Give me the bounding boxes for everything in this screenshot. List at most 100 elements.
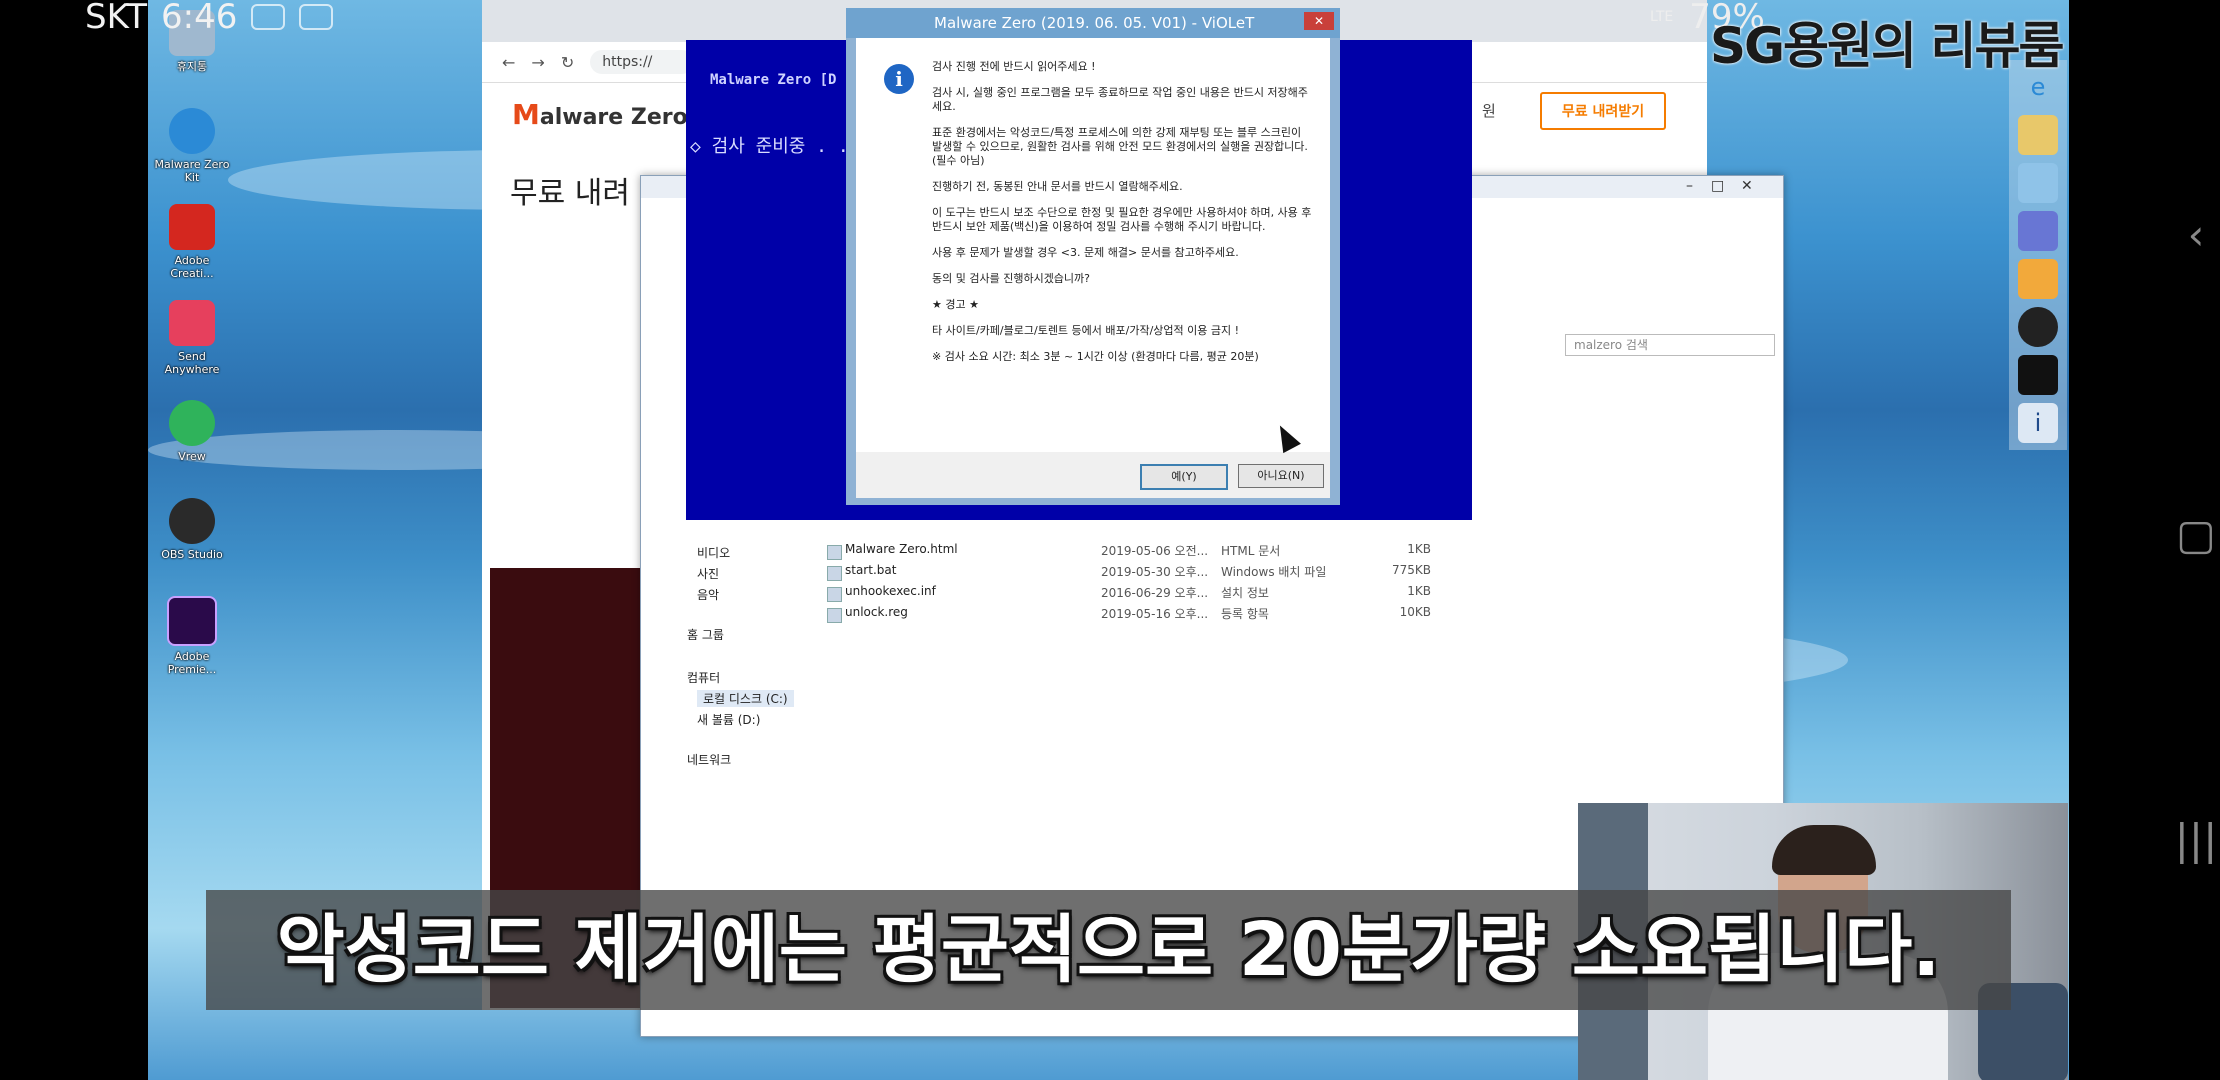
file-date: 2016-06-29 오후... — [1101, 586, 1209, 600]
archive-icon[interactable] — [2018, 259, 2058, 299]
desktop-icon-send-anywhere[interactable]: Send Anywhere — [152, 300, 232, 376]
back-icon[interactable]: ← — [502, 53, 515, 72]
recent-apps-icon[interactable]: ||| — [2172, 815, 2220, 864]
dialog-line: 이 도구는 반드시 보조 수단으로 한정 및 필요한 경우에만 사용하셔야 하며… — [932, 206, 1312, 233]
close-icon[interactable]: ✕ — [1304, 12, 1334, 30]
file-type: 등록 항목 — [1221, 607, 1269, 621]
subtitle-text: 악성코드 제거에는 평균적으로 20분가량 소요됩니다. — [276, 907, 1941, 993]
nav-item-homegroup[interactable]: 홈 그룹 — [687, 626, 724, 643]
file-size: 1KB — [1407, 584, 1431, 598]
free-download-button[interactable]: 무료 내려받기 — [1540, 92, 1666, 130]
dialog-message: 검사 진행 전에 반드시 읽어주세요 ! 검사 시, 실행 중인 프로그램을 모… — [932, 60, 1312, 376]
clock: 6:46 — [161, 0, 238, 37]
close-icon[interactable]: ✕ — [1741, 178, 1753, 194]
dialog-line: 타 사이트/카페/블로그/토렌트 등에서 배포/가작/상업적 이용 금지 ! — [932, 324, 1240, 337]
file-row[interactable]: unlock.reg 2019-05-16 오후... 등록 항목 10KB — [825, 605, 1445, 625]
phone-screen: 휴지통 Malware Zero Kit Adobe Creati... Sen… — [0, 0, 2220, 1080]
file-type: 설치 정보 — [1221, 586, 1269, 600]
file-date: 2019-05-06 오전... — [1101, 544, 1209, 558]
nav-item-network[interactable]: 네트워크 — [687, 751, 731, 768]
forward-icon[interactable]: → — [531, 53, 544, 72]
desktop-icon-vrew[interactable]: Vrew — [152, 400, 232, 463]
android-status-bar: SKT 6:46 — [85, 0, 334, 37]
desktop-icon-label: Adobe Creati... — [170, 254, 214, 280]
explorer-search-input[interactable]: malzero 검색 — [1565, 334, 1775, 356]
site-nav-item[interactable]: 원 — [1482, 100, 1496, 121]
file-size: 1KB — [1407, 542, 1431, 556]
obs-icon — [169, 498, 215, 544]
maximize-icon[interactable]: □ — [1711, 178, 1724, 194]
dialog-line: 사용 후 문제가 발생할 경우 <3. 문제 해결> 문서를 참고하주세요. — [932, 246, 1239, 259]
nav-item-music[interactable]: 음악 — [697, 586, 719, 603]
logo-text: alware Zero — [539, 105, 688, 130]
discord-icon[interactable] — [2018, 211, 2058, 251]
no-button[interactable]: 아니요(N) — [1238, 464, 1324, 488]
network-label: LTE — [1650, 9, 1674, 25]
subtitle-bar: 악성코드 제거에는 평균적으로 20분가량 소요됩니다. — [206, 890, 2011, 1010]
yes-button[interactable]: 예(Y) — [1140, 464, 1228, 490]
desktop-icon-obs[interactable]: OBS Studio — [152, 498, 232, 561]
page-heading: 무료 내려 — [510, 176, 630, 211]
ie-icon — [169, 108, 215, 154]
file-date: 2019-05-30 오후... — [1101, 565, 1209, 579]
desktop-icon-label: Send Anywhere — [164, 350, 220, 376]
dialog-body: i 검사 진행 전에 반드시 읽어주세요 ! 검사 시, 실행 중인 프로그램을… — [856, 38, 1330, 452]
vrew-icon — [169, 400, 215, 446]
violet-window-title: Malware Zero (2019. 06. 05. V01) - ViOLe… — [934, 14, 1255, 32]
logo-initial: M — [512, 98, 540, 131]
file-size: 10KB — [1399, 605, 1431, 619]
desktop-icon-malware-zero[interactable]: Malware Zero Kit — [152, 108, 232, 184]
nav-item-video[interactable]: 비디오 — [697, 544, 730, 561]
nav-item-volume-d[interactable]: 새 볼륨 (D:) — [697, 711, 760, 728]
desktop-icon-label: Adobe Premie... — [167, 650, 217, 676]
webcam-person-hair — [1772, 825, 1876, 875]
file-name: unhookexec.inf — [825, 584, 1101, 604]
nav-item-photos[interactable]: 사진 — [697, 565, 719, 582]
folder-icon[interactable] — [2018, 115, 2058, 155]
dialog-line: ※ 검사 소요 시간: 최소 3분 ~ 1시간 이상 (환경마다 다름, 평균 … — [932, 350, 1259, 363]
info-icon[interactable]: i — [2018, 403, 2058, 443]
home-icon[interactable]: ▢ — [2172, 510, 2220, 559]
reload-icon[interactable]: ↻ — [561, 53, 574, 72]
site-logo[interactable]: Malware Zero — [512, 98, 688, 131]
file-type: Windows 배치 파일 — [1221, 565, 1327, 579]
file-size: 775KB — [1391, 563, 1431, 577]
file-name: Malware Zero.html — [825, 542, 1101, 562]
desktop-icon-label: OBS Studio — [161, 548, 223, 561]
warning-dialog: i 검사 진행 전에 반드시 읽어주세요 ! 검사 시, 실행 중인 프로그램을… — [846, 38, 1340, 505]
dialog-line: 검사 시, 실행 중인 프로그램을 모두 종료하므로 작업 중인 내용은 반드시… — [932, 86, 1308, 113]
file-row[interactable]: start.bat 2019-05-30 오후... Windows 배치 파일… — [825, 563, 1445, 583]
dialog-line: 동의 및 검사를 진행하시겠습니까? — [932, 272, 1091, 285]
console-title: Malware Zero [D — [710, 72, 837, 88]
nav-item-local-disk-c[interactable]: 로컬 디스크 (C:) — [697, 690, 794, 707]
dialog-line: 검사 진행 전에 반드시 읽어주세요 ! — [932, 60, 1096, 73]
send-anywhere-icon — [169, 300, 215, 346]
dialog-line: 진행하기 전, 동봉된 안내 문서를 반드시 열람해주세요. — [932, 180, 1183, 193]
channel-watermark: SG용원의 리뷰룸 — [1710, 17, 2064, 75]
dialog-line: 표준 환경에서는 악성코드/특정 프로세스에 의한 강제 재부팅 또는 블루 스… — [932, 126, 1308, 167]
desktop-icon-label: Vrew — [178, 450, 206, 463]
minimize-icon[interactable]: – — [1686, 178, 1693, 194]
back-icon[interactable]: ‹ — [2172, 210, 2220, 259]
nav-item-computer[interactable]: 컴퓨터 — [687, 669, 720, 686]
violet-titlebar: Malware Zero (2019. 06. 05. V01) - ViOLe… — [846, 8, 1340, 38]
file-row[interactable]: unhookexec.inf 2016-06-29 오후... 설치 정보 1K… — [825, 584, 1445, 604]
dialog-line: ★ 경고 ★ — [932, 298, 979, 311]
file-name: start.bat — [825, 563, 1101, 583]
premiere-icon — [167, 596, 217, 646]
file-row[interactable]: Malware Zero.html 2019-05-06 오전... HTML … — [825, 542, 1445, 562]
file-type: HTML 문서 — [1221, 544, 1281, 558]
notepad-icon[interactable] — [2018, 163, 2058, 203]
adobe-cc-icon — [169, 204, 215, 250]
android-nav-bar: ‹ ▢ ||| — [2172, 0, 2220, 1080]
url-field[interactable]: https:// — [590, 50, 695, 74]
console-status: ◇ 검사 준비중 . . . — [690, 136, 871, 157]
desktop-icon-adobe-cc[interactable]: Adobe Creati... — [152, 204, 232, 280]
carrier-label: SKT — [85, 0, 148, 37]
desktop-icon-premiere[interactable]: Adobe Premie... — [152, 596, 232, 676]
vertical-taskbar: e i — [2009, 60, 2067, 450]
terminal-icon[interactable] — [2018, 355, 2058, 395]
obs-icon[interactable] — [2018, 307, 2058, 347]
notification-icon — [299, 4, 334, 30]
file-name: unlock.reg — [825, 605, 1101, 625]
